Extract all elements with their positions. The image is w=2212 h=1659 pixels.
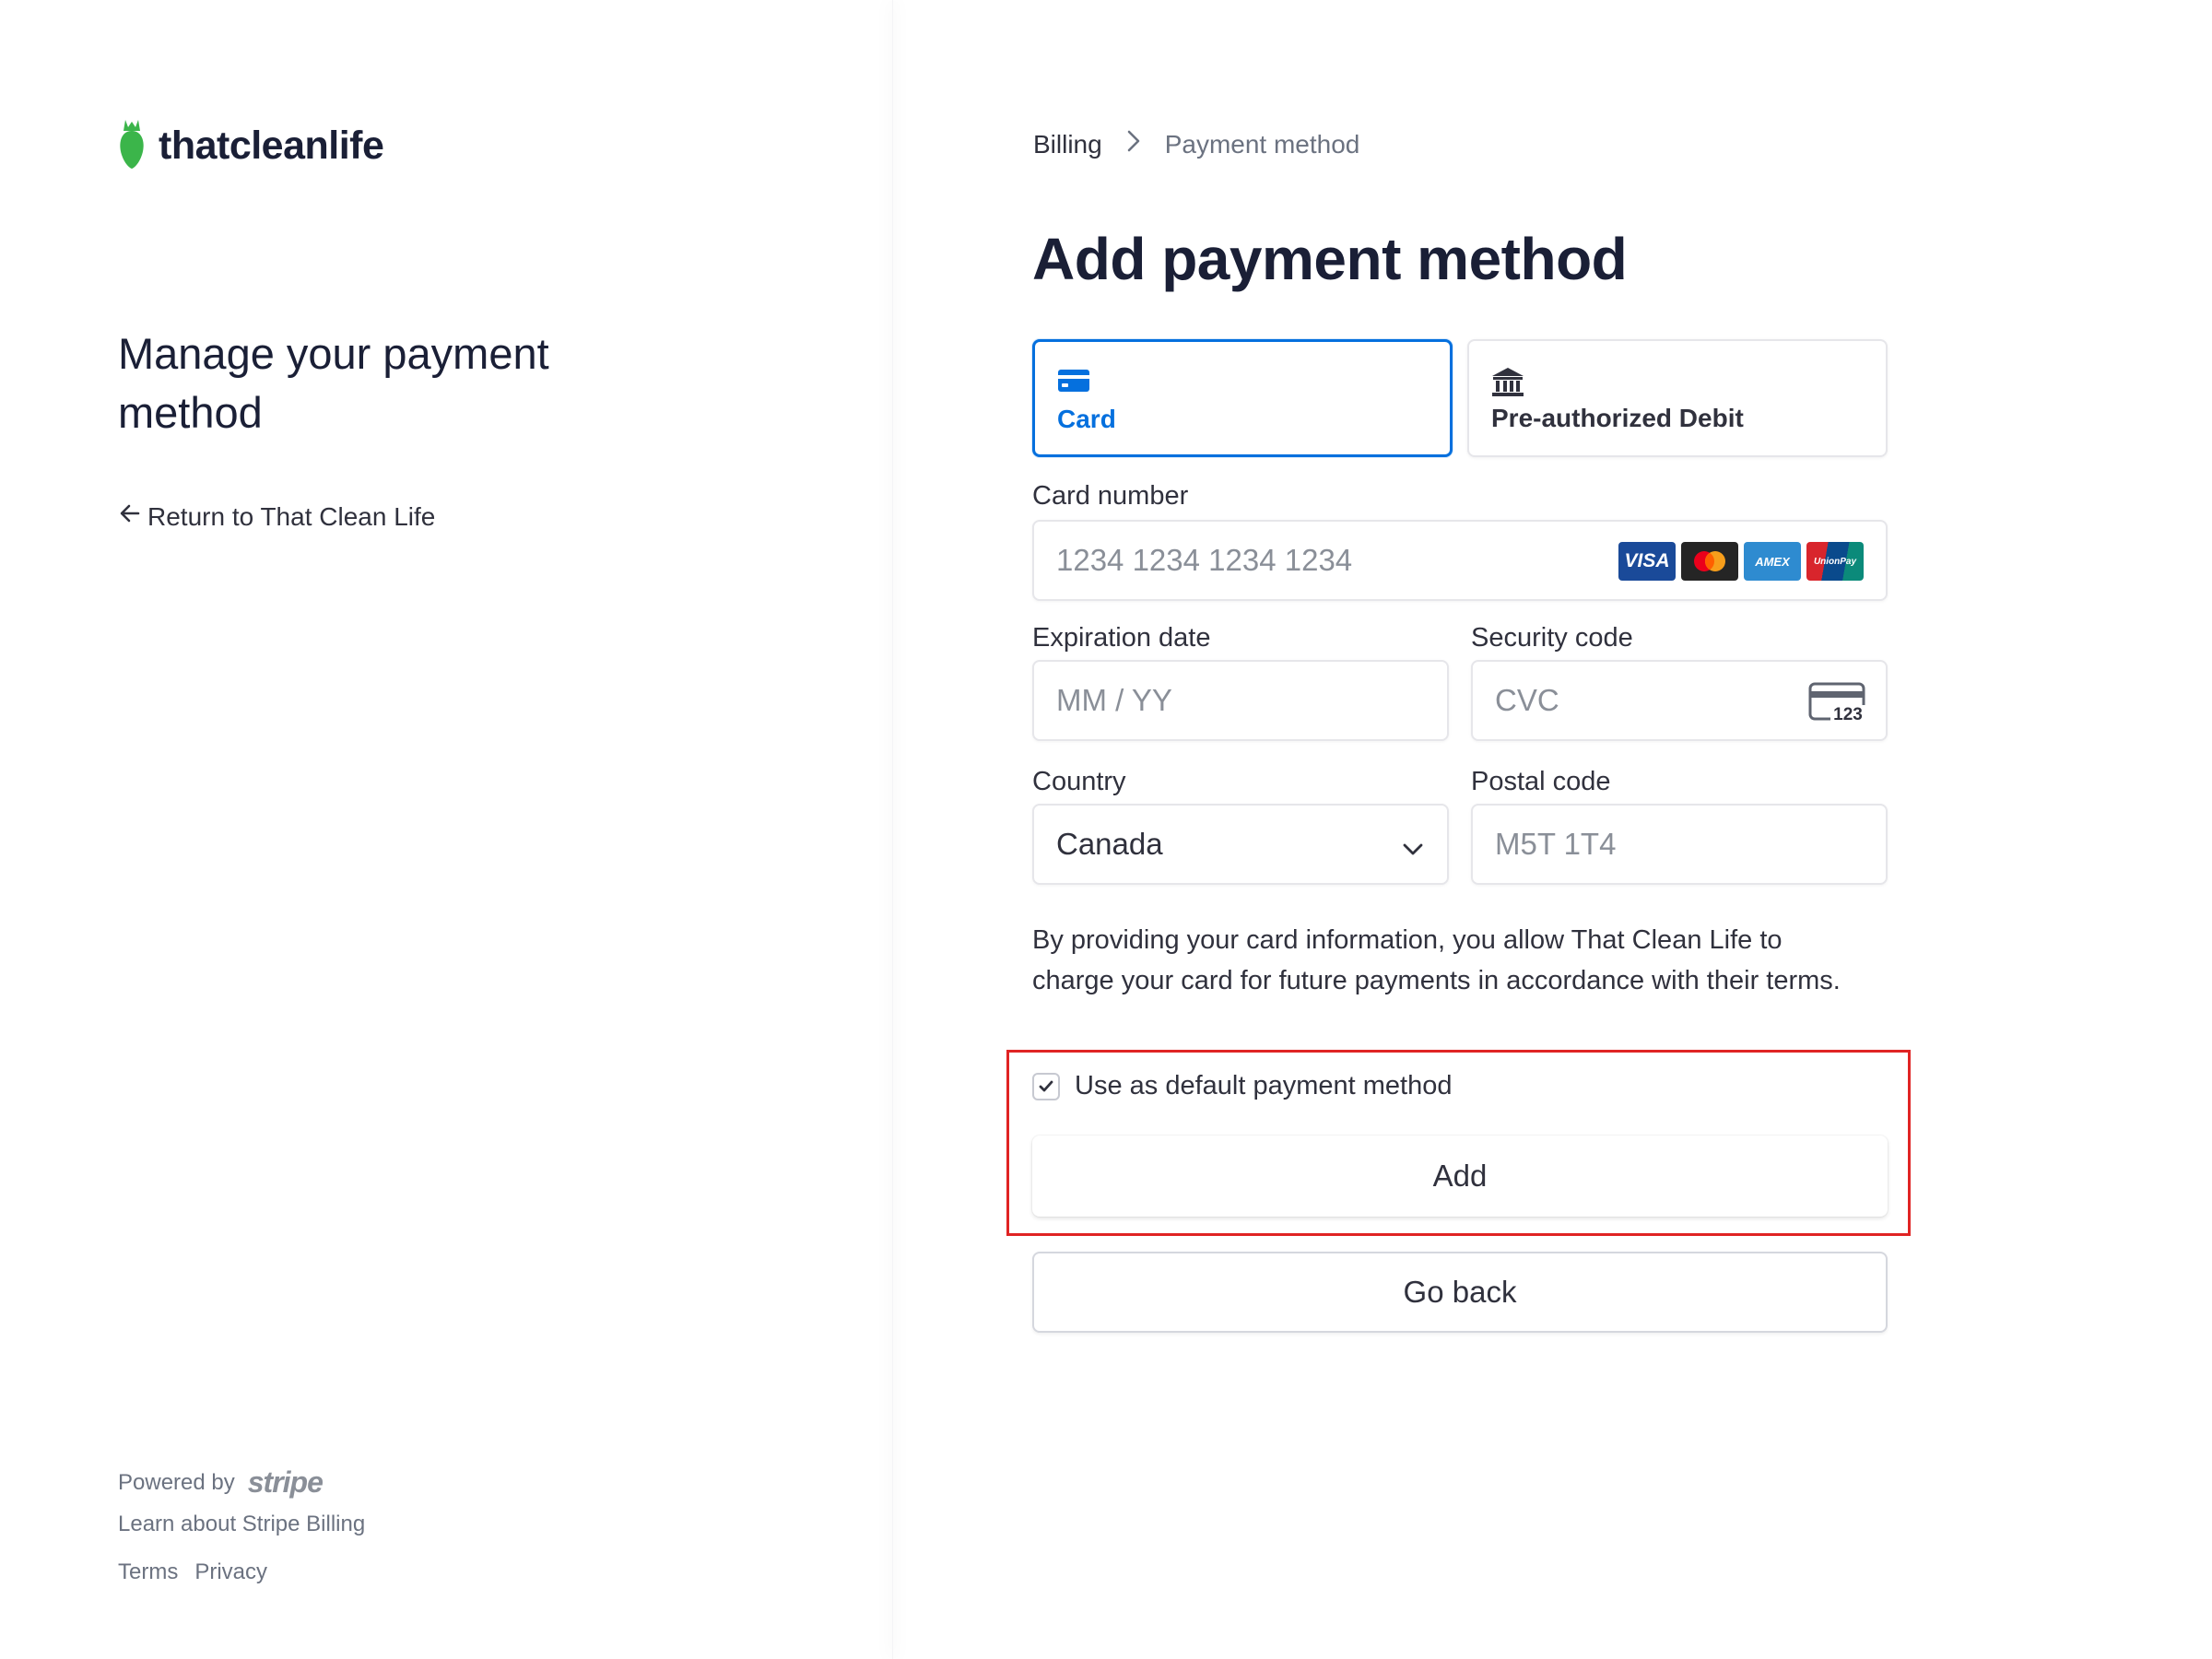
tab-pre-authorized-debit[interactable]: Pre-authorized Debit [1467, 339, 1888, 457]
checkbox[interactable] [1032, 1072, 1060, 1100]
card-icon [1057, 368, 1090, 398]
left-title: Manage your payment method [118, 329, 549, 437]
expiry-placeholder: MM / YY [1056, 683, 1172, 717]
chevron-down-icon [1401, 833, 1425, 868]
cvc-placeholder: CVC [1495, 683, 1559, 717]
country-select[interactable]: Canada [1032, 804, 1449, 885]
page-title: Add payment method [1032, 226, 1628, 292]
add-button[interactable]: Add [1032, 1135, 1888, 1217]
visa-icon: VISA [1618, 542, 1676, 581]
privacy-link[interactable]: Privacy [194, 1559, 267, 1585]
cvc-card-icon: 123 [1808, 682, 1865, 730]
footer-links: Terms Privacy [118, 1559, 267, 1585]
go-back-button[interactable]: Go back [1032, 1252, 1888, 1333]
logo-text: thatcleanlife [159, 124, 384, 168]
postal-label: Postal code [1471, 767, 1611, 796]
learn-stripe-billing-link[interactable]: Learn about Stripe Billing [118, 1512, 365, 1537]
bank-icon [1491, 367, 1524, 403]
stripe-logo: stripe [247, 1465, 324, 1499]
tab-card-label: Card [1057, 405, 1116, 433]
card-brands: VISA AMEX UnionPay [1618, 542, 1864, 581]
checkmark-icon [1039, 1080, 1053, 1091]
breadcrumb-current: Payment method [1164, 129, 1360, 159]
postal-placeholder: M5T 1T4 [1495, 827, 1617, 861]
postal-code-input[interactable]: M5T 1T4 [1471, 804, 1888, 885]
default-payment-checkbox[interactable]: Use as default payment method [1032, 1071, 1452, 1101]
powered-by-label: Powered by [118, 1469, 235, 1495]
unionpay-icon: UnionPay [1806, 542, 1864, 581]
return-link-label: Return to That Clean Life [147, 501, 436, 531]
terms-link[interactable]: Terms [118, 1559, 178, 1585]
consent-text: By providing your card information, you … [1032, 925, 1841, 995]
expiry-label: Expiration date [1032, 623, 1211, 653]
breadcrumb: Billing Payment method [1033, 129, 1359, 159]
cvc-input[interactable]: CVC 123 [1471, 660, 1888, 741]
tab-debit-label: Pre-authorized Debit [1491, 404, 1744, 432]
cvc-icon-text: 123 [1833, 705, 1863, 723]
mastercard-icon [1681, 542, 1738, 581]
country-label: Country [1032, 767, 1126, 796]
logo[interactable]: thatcleanlife [118, 118, 384, 174]
cvc-label: Security code [1471, 623, 1633, 653]
breadcrumb-billing[interactable]: Billing [1033, 130, 1102, 159]
card-number-label: Card number [1032, 481, 1189, 511]
strawberry-icon [118, 118, 146, 174]
powered-by[interactable]: Powered by stripe [118, 1465, 324, 1500]
return-link[interactable]: Return to That Clean Life [118, 501, 435, 532]
panel-divider [892, 0, 893, 1659]
default-payment-label: Use as default payment method [1075, 1071, 1453, 1100]
country-value: Canada [1056, 827, 1163, 861]
chevron-right-icon [1126, 129, 1141, 159]
left-panel: thatcleanlife Manage your payment method… [0, 0, 892, 1659]
arrow-left-icon [118, 501, 142, 532]
tab-card[interactable]: Card [1032, 339, 1453, 457]
expiry-input[interactable]: MM / YY [1032, 660, 1449, 741]
card-number-input[interactable]: 1234 1234 1234 1234 VISA AMEX UnionPay [1032, 520, 1888, 601]
card-number-placeholder: 1234 1234 1234 1234 [1056, 543, 1353, 577]
amex-icon: AMEX [1744, 542, 1801, 581]
